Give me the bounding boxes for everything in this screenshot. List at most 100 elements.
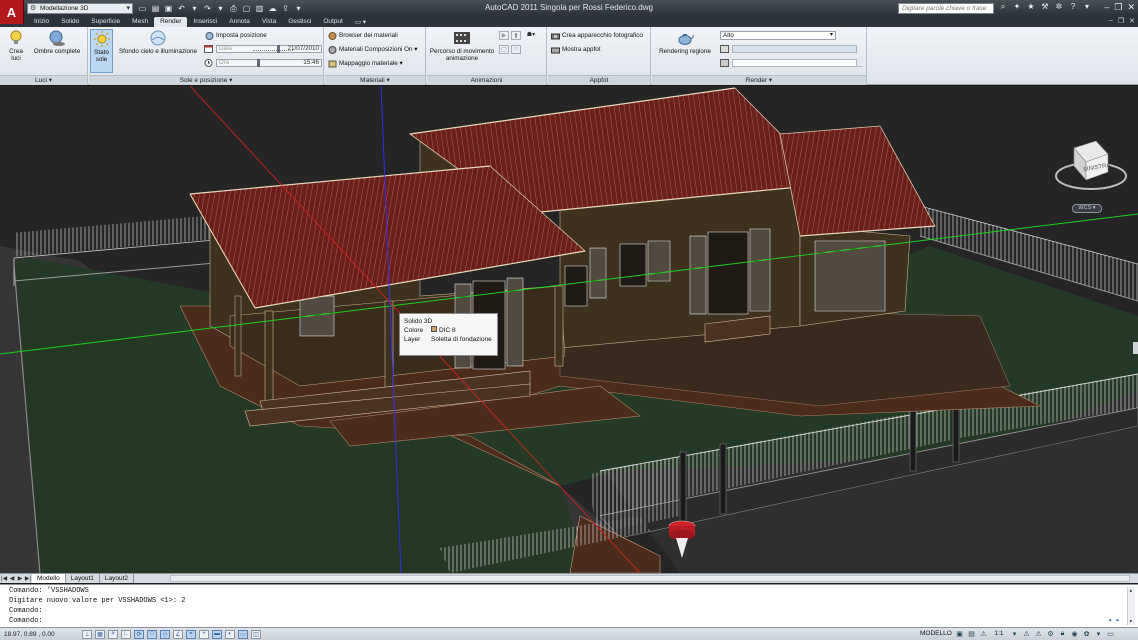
tab-annota[interactable]: Annota — [223, 17, 256, 27]
ducs-icon[interactable]: ⌖ — [186, 629, 196, 639]
coordinates-readout[interactable]: 18.97, 0.89 , 0.00 — [0, 631, 82, 638]
stop-icon[interactable]: ○ — [511, 45, 521, 54]
play-icon[interactable]: ▶ — [499, 31, 509, 40]
render-output-field[interactable] — [732, 59, 857, 67]
command-input[interactable] — [9, 616, 1084, 626]
ribbon-minimize-icon[interactable]: ▭ ▾ — [349, 18, 372, 26]
percorso-animazione-button[interactable]: Percorso di movimento animazione — [429, 29, 495, 62]
navigation-bar-handle[interactable] — [1133, 342, 1138, 354]
close-icon[interactable]: ✕ — [1127, 2, 1135, 13]
record-icon[interactable]: ▮ — [511, 31, 521, 40]
workspace-switch-icon[interactable]: ⚙ — [1046, 630, 1055, 638]
slider-thumb[interactable] — [257, 59, 260, 67]
crea-appfot-button[interactable]: Crea apparecchio fotografico — [551, 32, 643, 40]
tab-layout1[interactable]: Layout1 — [66, 574, 100, 583]
mostra-appfot-button[interactable]: Mostra appfot — [551, 46, 601, 54]
ortho-icon[interactable]: ∟ — [121, 629, 131, 639]
lock-icon[interactable]: 🔒︎ — [1058, 630, 1067, 638]
render-quality-select[interactable]: Alto — [720, 31, 836, 40]
horizontal-scrollbar[interactable] — [170, 575, 1130, 582]
tab-render[interactable]: Render — [154, 17, 188, 27]
grid-icon[interactable]: # — [108, 629, 118, 639]
imposta-posizione-button[interactable]: Imposta posizione — [205, 32, 267, 40]
osnap-icon[interactable]: □ — [147, 629, 157, 639]
browser-materiali-button[interactable]: Browser dei materiali — [328, 32, 398, 40]
stato-sole-button[interactable]: Stato sole — [90, 29, 113, 73]
first-layout-icon[interactable]: |◀ — [0, 575, 8, 582]
tab-gestisci[interactable]: Gestisci — [282, 17, 317, 27]
drawing-viewport[interactable]: Solido 3D Colore DIC 8 Layer Soletta di … — [0, 86, 1138, 573]
ombre-button[interactable]: Ombre complete — [30, 29, 84, 55]
minimize-icon[interactable]: – — [1109, 17, 1113, 25]
clean-screen-icon[interactable]: ▭ — [1106, 630, 1115, 638]
tab-output[interactable]: Output — [317, 17, 349, 27]
tooltip-row-layer: Layer Soletta di fondazione — [404, 336, 492, 343]
qp-icon[interactable]: ▭ — [238, 629, 248, 639]
annotation-visibility-icon[interactable]: ⚠ — [1022, 630, 1031, 638]
tools-icon[interactable]: ⚒ — [1040, 2, 1050, 12]
infer-constraints-icon[interactable]: ⊥ — [82, 629, 92, 639]
lwt-icon[interactable]: ▬ — [212, 629, 222, 639]
otrack-icon[interactable]: ∠ — [173, 629, 183, 639]
data-slider[interactable]: Data 21/07/2010 — [216, 45, 322, 53]
panel-title-luci[interactable]: Luci ▾ — [0, 75, 87, 85]
close-icon[interactable]: ✕ — [1129, 17, 1135, 25]
annotation-scale-icon[interactable]: ⚠ — [979, 630, 988, 638]
sc-icon[interactable]: ◫ — [251, 629, 261, 639]
walk-icon[interactable]: ☗▾ — [523, 31, 539, 40]
tpy-icon[interactable]: ◐ — [225, 629, 235, 639]
slider-thumb[interactable] — [277, 45, 280, 53]
panel-title-materiali[interactable]: Materiali ▾ — [325, 75, 425, 85]
status-tray-settings-icon[interactable]: ▾ — [1094, 630, 1103, 638]
tab-solido[interactable]: Solido — [55, 17, 85, 27]
dropdown-icon[interactable]: ▾ — [1010, 630, 1019, 638]
panel-title-render[interactable]: Render ▾ — [652, 75, 866, 85]
help-icon[interactable]: ? — [1068, 2, 1078, 12]
autocad-logo[interactable]: A — [0, 0, 24, 24]
hardware-acceleration-icon[interactable]: ◉ — [1070, 630, 1079, 638]
command-scrollbar[interactable] — [1127, 587, 1135, 625]
scroll-left-icon[interactable]: ◂ — [1108, 616, 1112, 625]
quick-view-layouts-icon[interactable]: ▣ — [955, 630, 964, 638]
materiali-composizioni-button[interactable]: Materiali Composizioni On ▾ — [328, 46, 417, 54]
polar-icon[interactable]: ⟳ — [134, 629, 144, 639]
tab-vista[interactable]: Vista — [256, 17, 282, 27]
ora-slider[interactable]: Ora 15.46 — [216, 59, 322, 67]
network-icon[interactable]: ✲ — [1054, 2, 1064, 12]
search-input[interactable] — [898, 3, 994, 14]
tab-mesh[interactable]: Mesh — [126, 17, 154, 27]
tab-inserisci[interactable]: Inserisci — [187, 17, 223, 27]
star-icon[interactable]: ★ — [1026, 2, 1036, 12]
prev-layout-icon[interactable]: ◀ — [8, 575, 16, 582]
last-layout-icon[interactable]: ▶| — [24, 575, 32, 582]
pause-icon[interactable]: ▢ — [499, 45, 509, 54]
wcs-menu[interactable]: WCS ▾ — [1072, 204, 1102, 213]
viewcube[interactable]: SINISTRA — [1054, 136, 1128, 192]
panel-title-sole[interactable]: Sole e posizione ▾ — [89, 75, 323, 85]
tab-inizio[interactable]: Inizio — [28, 17, 55, 27]
snap-icon[interactable]: ▦ — [95, 629, 105, 639]
mappaggio-materiale-button[interactable]: Mappaggio materiale ▾ — [328, 60, 403, 68]
minimize-icon[interactable]: – — [1104, 2, 1109, 13]
model-space-label[interactable]: MODELLO — [920, 630, 952, 637]
3dosnap-icon[interactable]: ◇ — [160, 629, 170, 639]
tab-layout2[interactable]: Layout2 — [100, 574, 135, 583]
subscription-icon[interactable]: ✦ — [1012, 2, 1022, 12]
dropdown-icon[interactable]: ▾ — [1082, 2, 1092, 12]
tab-superficie[interactable]: Superficie — [85, 17, 126, 27]
restore-icon[interactable]: ❐ — [1118, 17, 1124, 25]
annotation-scale-value[interactable]: 1:1 — [991, 630, 1007, 638]
restore-icon[interactable]: ❐ — [1114, 2, 1122, 13]
quick-view-drawings-icon[interactable]: ▤ — [967, 630, 976, 638]
rendering-regione-button[interactable]: Rendering regione — [655, 29, 715, 55]
search-icon[interactable]: ⌕ — [998, 2, 1008, 12]
sfondo-cielo-button[interactable]: Sfondo cielo e illuminazione — [116, 29, 200, 55]
next-layout-icon[interactable]: ▶ — [16, 575, 24, 582]
crea-luci-button[interactable]: Crea luci — [4, 29, 28, 62]
scroll-right-icon[interactable]: ▸ — [1116, 616, 1120, 625]
more-icon[interactable]: … — [857, 63, 863, 69]
auto-scale-icon[interactable]: ⚠ — [1034, 630, 1043, 638]
isolate-objects-icon[interactable]: ✿ — [1082, 630, 1091, 638]
dyn-icon[interactable]: + — [199, 629, 209, 639]
tab-modello[interactable]: Modello — [32, 574, 66, 583]
